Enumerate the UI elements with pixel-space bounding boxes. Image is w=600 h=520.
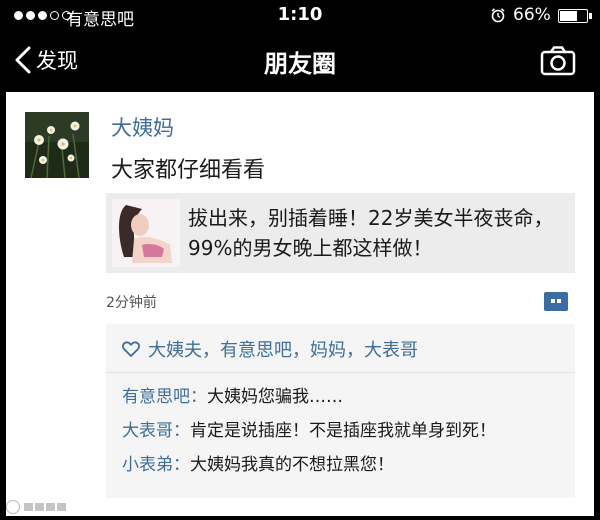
- signal-dot: [38, 11, 47, 20]
- battery-level-fill: [560, 11, 577, 21]
- comment-item[interactable]: 大表哥：肯定是说插座！不是插座我就单身到死！: [122, 416, 496, 441]
- avatar[interactable]: [25, 112, 89, 178]
- alarm-icon: [491, 8, 505, 23]
- comment-text: 肯定是说插座！不是插座我就单身到死！: [190, 421, 496, 441]
- likes-row: 大姨夫，有意思吧，妈妈，大表哥: [122, 336, 418, 362]
- comment-text: 大姨妈您骗我……: [207, 387, 343, 407]
- likes-divider: [106, 372, 575, 373]
- likes-names[interactable]: 大姨夫，有意思吧，妈妈，大表哥: [148, 336, 418, 362]
- signal-dot: [14, 11, 23, 20]
- signal-strength-icon: [14, 11, 71, 20]
- carrier-name: 有意思吧: [66, 10, 134, 30]
- post-text: 大家都仔细看看: [111, 158, 266, 183]
- camera-icon[interactable]: [540, 46, 576, 76]
- comment-author[interactable]: 有意思吧：: [122, 387, 207, 407]
- comment-author[interactable]: 大表哥：: [122, 421, 190, 441]
- back-chevron-icon: [15, 46, 31, 74]
- comment-text: 大姨妈我真的不想拉黑您！: [190, 455, 394, 475]
- navigation-bar: 发现 朋友圈: [0, 32, 600, 92]
- status-bar: 有意思吧 1:10 66%: [0, 0, 600, 32]
- page-title: 朋友圈: [264, 50, 336, 78]
- shared-link-title: 拔出来，别插着睡！22岁美女半夜丧命，99%的男女晚上都这样做！: [188, 206, 554, 260]
- poster-name[interactable]: 大姨妈: [111, 112, 174, 142]
- back-button-label: 发现: [36, 49, 78, 73]
- battery-icon: [558, 9, 588, 23]
- watermark-logo: [6, 500, 68, 514]
- battery-tip: [589, 13, 592, 19]
- likes-and-comments-panel: 大姨夫，有意思吧，妈妈，大表哥 有意思吧：大姨妈您骗我…… 大表哥：肯定是说插座…: [106, 324, 575, 498]
- status-time: 1:10: [277, 4, 323, 25]
- post-timestamp: 2分钟前: [106, 295, 157, 311]
- comment-item[interactable]: 小表弟：大姨妈我真的不想拉黑您！: [122, 450, 394, 475]
- comment-icon[interactable]: [544, 292, 568, 311]
- watermark-icon: [6, 500, 20, 514]
- back-button[interactable]: 发现: [14, 45, 78, 75]
- signal-dot: [26, 11, 35, 20]
- moments-feed: 大姨妈 大家都仔细看看 拔出来，别插着睡！22岁美女半夜丧命，99%的男女晚上都…: [6, 92, 594, 516]
- heart-outline-icon: [122, 341, 140, 357]
- shared-link-thumbnail: [112, 199, 180, 267]
- battery-percentage: 66%: [513, 5, 551, 25]
- shared-link-card[interactable]: 拔出来，别插着睡！22岁美女半夜丧命，99%的男女晚上都这样做！: [106, 193, 575, 273]
- comment-author[interactable]: 小表弟：: [122, 455, 190, 475]
- watermark-text-shape: [24, 503, 66, 511]
- signal-dot: [50, 11, 59, 20]
- comment-item[interactable]: 有意思吧：大姨妈您骗我……: [122, 382, 343, 407]
